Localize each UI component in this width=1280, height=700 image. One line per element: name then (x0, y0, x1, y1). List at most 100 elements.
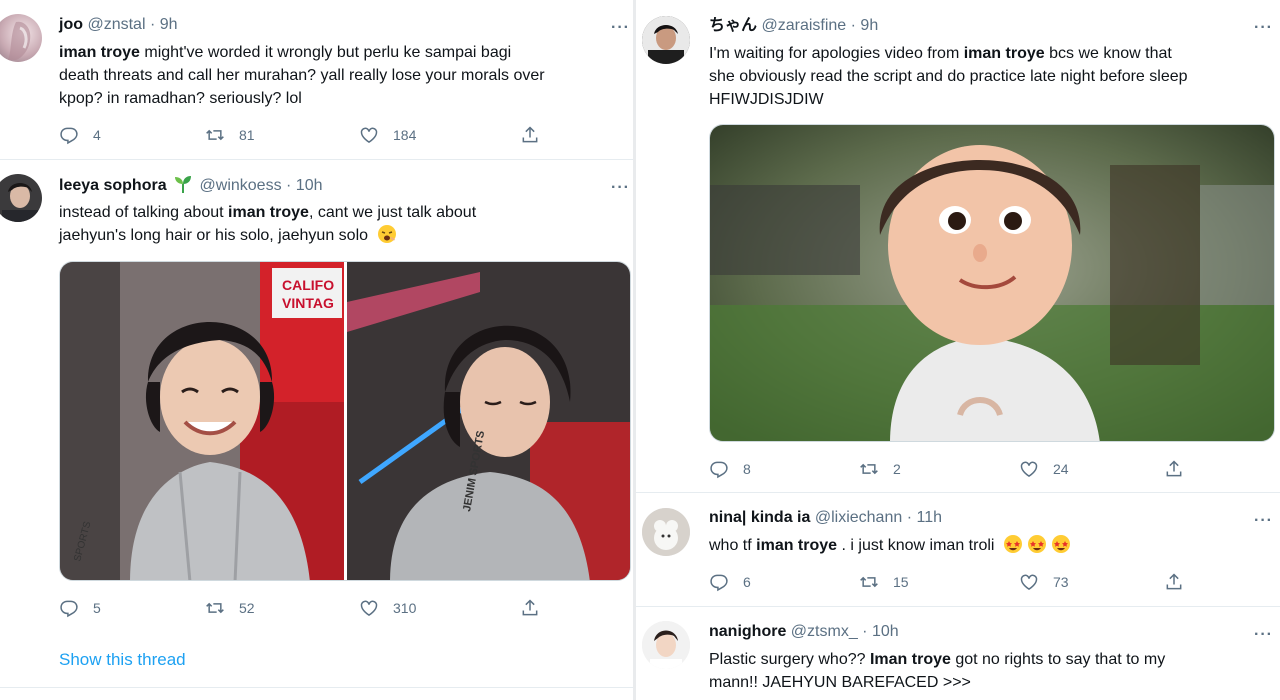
retweet-button[interactable]: 15 (859, 571, 909, 593)
mention-bold: iman troye (756, 537, 838, 554)
retweet-button[interactable]: 81 (205, 124, 255, 146)
reply-button[interactable]: 6 (709, 571, 751, 593)
timestamp[interactable]: 9h (860, 17, 878, 34)
show-thread-link[interactable]: Show this thread (59, 650, 186, 670)
photo-jaehyun-pair[interactable]: CALIFO VINTAG SPORTS JENIM SPORTS (60, 262, 631, 581)
display-name[interactable]: nina| kinda ia (709, 509, 810, 526)
share-button[interactable] (1164, 571, 1198, 593)
more-options-icon[interactable]: ··· (1254, 20, 1273, 36)
heart-icon (360, 600, 378, 616)
reply-icon (60, 127, 78, 145)
reply-icon (710, 574, 728, 592)
tweet-text: instead of talking about iman troye, can… (59, 201, 629, 247)
avatar-photo (8, 21, 31, 61)
heart-icon (360, 127, 378, 143)
text-line: Plastic surgery who?? (709, 651, 870, 668)
avatar-photo (642, 621, 690, 669)
text-line: kpop? in ramadhan? seriously? lol (59, 90, 302, 107)
mention-bold: iman troye (59, 44, 140, 61)
timestamp[interactable]: 10h (872, 623, 899, 640)
avatar-photo (2, 183, 38, 222)
retweet-button[interactable]: 52 (205, 597, 255, 619)
retweet-icon (860, 463, 878, 475)
reply-count: 4 (93, 127, 101, 143)
like-count: 73 (1053, 574, 1069, 590)
separator-dot: · (862, 623, 868, 640)
user-handle[interactable]: @znstal (87, 16, 145, 33)
display-name[interactable]: leeya sophora (59, 177, 167, 194)
share-button[interactable] (1164, 458, 1198, 480)
tweet-leeya[interactable]: leeya sophora @winkoess · 10h ··· instea… (0, 160, 633, 688)
mention-bold: Iman troye (869, 651, 951, 668)
tweet-ztsmx[interactable]: nanighore @ztsmx_ · 10h ··· Plastic surg… (636, 607, 1280, 700)
avatar[interactable] (642, 508, 690, 556)
reply-button[interactable]: 5 (59, 597, 101, 619)
tweet-lixiechann[interactable]: nina| kinda ia @lixiechann · 11h ··· who… (636, 493, 1280, 607)
share-icon (1166, 460, 1182, 477)
text-line: instead of talking about (59, 204, 229, 221)
tweet-actions: 8 2 24 (709, 458, 1209, 480)
tweet-text: who tf iman troye . i just know iman tro… (709, 534, 1269, 561)
photo-meme[interactable] (709, 124, 1275, 442)
right-panel: ちゃん @zaraisfine · 9h ··· I'm waiting for… (636, 0, 1280, 700)
text-line: jaehyun's long hair or his solo, jaehyun… (59, 227, 369, 244)
text-line: HFIWJDISJDIW (709, 91, 824, 108)
tweet-header: ちゃん @zaraisfine · 9h (709, 16, 878, 36)
like-button[interactable]: 184 (359, 124, 416, 146)
timestamp[interactable]: 10h (296, 177, 323, 194)
share-icon (522, 126, 538, 143)
avatar[interactable] (0, 174, 42, 222)
retweet-icon (206, 129, 224, 141)
more-options-icon[interactable]: ··· (1254, 627, 1273, 643)
user-handle[interactable]: @ztsmx_ (791, 623, 858, 640)
text-line: . i just know iman troli (837, 537, 995, 554)
more-options-icon[interactable]: ··· (611, 180, 630, 196)
retweet-count: 2 (893, 461, 901, 477)
more-options-icon[interactable]: ··· (1254, 513, 1273, 529)
avatar-photo (642, 16, 690, 64)
star-struck-emoji-icon (1003, 535, 1070, 553)
more-options-icon[interactable]: ··· (611, 20, 630, 36)
tweet-text: iman troye might've worded it wrongly bu… (59, 41, 629, 110)
reply-count: 6 (743, 574, 751, 590)
reply-count: 5 (93, 600, 101, 616)
reply-button[interactable]: 4 (59, 124, 101, 146)
meme-image[interactable] (710, 125, 1275, 442)
retweet-button[interactable]: 2 (859, 458, 901, 480)
like-button[interactable]: 310 (359, 597, 416, 619)
avatar-photo (642, 508, 690, 556)
avatar[interactable] (0, 14, 42, 62)
retweet-count: 15 (893, 574, 909, 590)
tweet-actions: 4 81 184 (59, 124, 559, 146)
timestamp[interactable]: 9h (160, 16, 178, 33)
text-line: I'm waiting for apologies video from (709, 45, 964, 62)
display-name[interactable]: nanighore (709, 623, 786, 640)
tweet-header: nanighore @ztsmx_ · 10h (709, 622, 899, 642)
user-handle[interactable]: @zaraisfine (761, 17, 846, 34)
star-struck-emoji (1003, 534, 1073, 561)
like-button[interactable]: 73 (1019, 571, 1069, 593)
tweet-header: leeya sophora @winkoess · 10h (59, 175, 323, 196)
avatar[interactable] (642, 16, 690, 64)
user-handle[interactable]: @winkoess (200, 177, 282, 194)
display-name[interactable]: joo (59, 16, 83, 33)
photo-grid[interactable]: CALIFO VINTAG SPORTS JENIM SPORTS (59, 261, 631, 581)
retweet-count: 52 (239, 600, 255, 616)
reply-count: 8 (743, 461, 751, 477)
mention-bold: iman troye (963, 45, 1045, 62)
share-button[interactable] (520, 597, 554, 619)
reply-button[interactable]: 8 (709, 458, 751, 480)
reply-icon (710, 461, 728, 479)
timestamp[interactable]: 11h (916, 509, 942, 526)
display-name[interactable]: ちゃん (709, 17, 757, 34)
tweet-joo[interactable]: joo @znstal · 9h ··· iman troye might've… (0, 0, 633, 160)
like-button[interactable]: 24 (1019, 458, 1069, 480)
user-handle[interactable]: @lixiechann (815, 509, 902, 526)
yawning-face-emoji-icon (378, 225, 397, 243)
sign-text: CALIFO (282, 277, 334, 293)
avatar[interactable] (642, 621, 690, 669)
tweet-zaraisfine[interactable]: ちゃん @zaraisfine · 9h ··· I'm waiting for… (636, 0, 1280, 493)
share-button[interactable] (520, 124, 554, 146)
retweet-count: 81 (239, 127, 255, 143)
retweet-icon (860, 576, 878, 588)
